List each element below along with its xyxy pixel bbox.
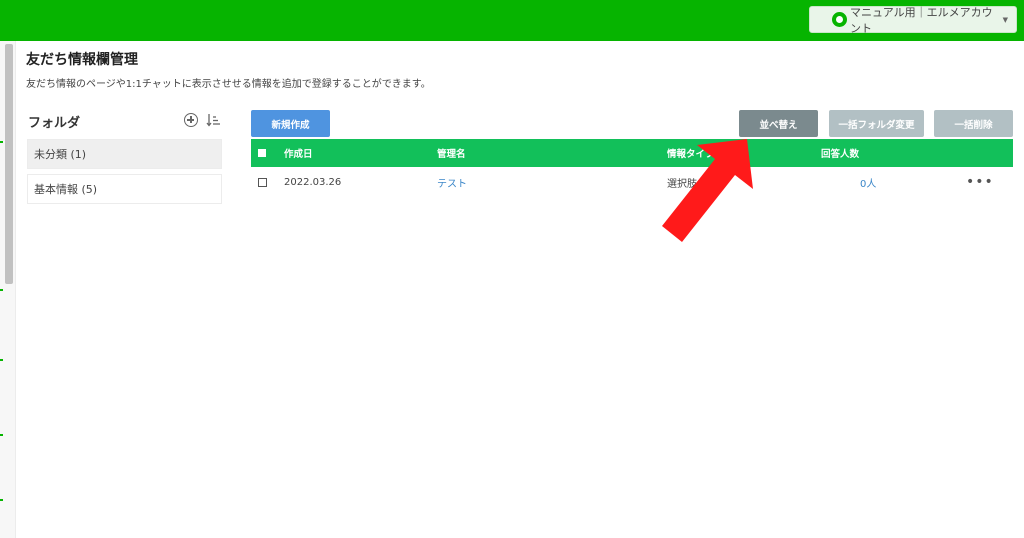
scrollbar-thumb[interactable] xyxy=(5,44,13,284)
table-header: 作成日 管理名 情報タイプ 回答人数 xyxy=(251,139,1013,167)
red-arrow-annotation xyxy=(662,139,753,242)
account-switcher-button[interactable]: マニュアル用｜エルメアカウント ▼ xyxy=(809,5,1017,35)
add-folder-icon[interactable] xyxy=(184,113,198,127)
column-header-created-date[interactable]: 作成日 xyxy=(284,139,313,167)
rail-marker xyxy=(0,359,3,361)
page-title: 友だち情報欄管理 xyxy=(26,52,138,68)
folder-item-label: 未分類 (1) xyxy=(34,148,87,161)
rail-marker xyxy=(0,434,3,436)
account-label: マニュアル用｜エルメアカウント xyxy=(850,5,993,35)
bulk-folder-change-button[interactable]: 一括フォルダ変更 xyxy=(829,110,924,137)
more-options-icon[interactable]: ••• xyxy=(966,168,994,196)
column-header-name[interactable]: 管理名 xyxy=(437,139,466,167)
rail-marker xyxy=(0,289,3,291)
row-response-count[interactable]: 0人 xyxy=(860,168,876,196)
select-all-checkbox[interactable] xyxy=(258,149,266,157)
row-created-date: 2022.03.26 xyxy=(284,176,342,188)
folder-item-uncategorized[interactable]: 未分類 (1) xyxy=(27,139,222,169)
caret-down-icon: ▼ xyxy=(1002,15,1008,24)
row-checkbox[interactable] xyxy=(258,178,267,187)
folder-item-label: 基本情報 (5) xyxy=(34,183,98,196)
folder-item-basic-info[interactable]: 基本情報 (5) xyxy=(27,174,222,204)
rail-marker xyxy=(0,499,3,501)
sort-folders-icon[interactable] xyxy=(206,112,222,128)
top-bar: マニュアル用｜エルメアカウント ▼ xyxy=(0,0,1024,41)
new-item-button[interactable]: 新規作成 xyxy=(251,110,330,137)
folder-panel-title: フォルダ xyxy=(28,115,81,131)
page-description: 友だち情報のページや1:1チャットに表示させせる情報を追加で登録することができま… xyxy=(26,79,431,90)
sort-button[interactable]: 並べ替え xyxy=(739,110,818,137)
bulk-delete-button[interactable]: 一括削除 xyxy=(934,110,1013,137)
folder-panel-header: フォルダ xyxy=(28,112,222,131)
rail-marker xyxy=(0,141,3,143)
lme-logo-icon xyxy=(832,12,847,27)
row-name-link[interactable]: テスト xyxy=(437,168,467,196)
left-sidebar-rail xyxy=(0,41,16,538)
table-row: 2022.03.26 テスト 選択肢 0人 ••• xyxy=(251,168,1013,198)
column-header-responses[interactable]: 回答人数 xyxy=(821,139,859,167)
